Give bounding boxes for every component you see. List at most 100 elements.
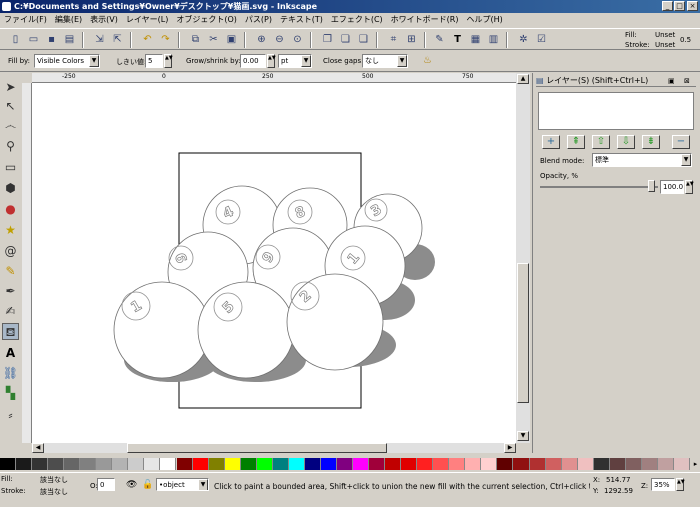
color-swatch[interactable]	[272, 458, 289, 470]
lock-icon[interactable]: 🔓	[142, 480, 153, 490]
grow-shrink-spinner[interactable]: ▲▼	[267, 54, 276, 68]
threshold-spinner[interactable]: ▲▼	[164, 54, 173, 68]
color-swatch[interactable]	[128, 458, 145, 470]
spiral-tool-icon[interactable]: @	[2, 243, 19, 260]
horizontal-scroll-thumb[interactable]	[127, 443, 387, 453]
connector-tool-icon[interactable]: ⛓	[2, 365, 19, 382]
cut-icon[interactable]: ✂	[206, 32, 221, 47]
rectangle-tool-icon[interactable]: ▭	[2, 159, 19, 176]
threshold-input[interactable]: 5	[145, 54, 163, 68]
calligraphy-tool-icon[interactable]: ✍	[2, 303, 19, 320]
menu-effects[interactable]: エフェクト(C)	[327, 13, 387, 27]
eye-visibility-icon[interactable]: 👁	[126, 480, 137, 490]
xml-editor-icon[interactable]: ▦	[468, 32, 483, 47]
lower-layer-bottom-icon[interactable]: ⇟	[642, 135, 660, 149]
color-swatch[interactable]	[80, 458, 97, 470]
color-swatch[interactable]	[176, 458, 193, 470]
horizontal-scrollbar[interactable]: ◀ ▶	[32, 443, 516, 453]
color-swatch[interactable]	[48, 458, 65, 470]
pen-tool-icon[interactable]: ✒	[2, 283, 19, 300]
drawing-canvas[interactable]: 4 8 3 6 9 1 1 5 2	[32, 83, 516, 443]
scroll-up-icon[interactable]: ▲	[517, 74, 529, 84]
panel-iconify-icon[interactable]: ▣	[668, 75, 675, 87]
text-tool-icon[interactable]: A	[2, 345, 19, 362]
color-swatch[interactable]	[625, 458, 642, 470]
status-opacity-input[interactable]: 0	[97, 478, 115, 491]
color-swatch[interactable]	[353, 458, 370, 470]
color-swatch[interactable]	[577, 458, 594, 470]
color-swatch[interactable]	[208, 458, 225, 470]
panel-close-icon[interactable]: ⊠	[684, 75, 690, 87]
color-swatch[interactable]	[465, 458, 482, 470]
zoom-drawing-icon[interactable]: ⊖	[272, 32, 287, 47]
open-icon[interactable]: ▭	[26, 32, 41, 47]
zoom-spinner[interactable]: ▲▼	[676, 478, 685, 491]
print-icon[interactable]: ▤	[62, 32, 77, 47]
fill-stroke-icon[interactable]: ✎	[432, 32, 447, 47]
color-swatch[interactable]	[657, 458, 674, 470]
duplicate-icon[interactable]: ❐	[320, 32, 335, 47]
menu-text[interactable]: テキスト(T)	[276, 13, 327, 27]
menu-whiteboard[interactable]: ホワイトボード(R)	[387, 13, 463, 27]
align-icon[interactable]: ▥	[486, 32, 501, 47]
color-swatch[interactable]	[497, 458, 514, 470]
minimize-button[interactable]: _	[662, 1, 673, 11]
fill-by-select[interactable]: Visible Colors ▼	[34, 54, 100, 68]
color-swatch[interactable]	[336, 458, 353, 470]
maximize-button[interactable]: □	[674, 1, 685, 11]
color-swatch[interactable]	[641, 458, 658, 470]
opacity-slider-handle[interactable]	[648, 180, 655, 192]
opacity-input[interactable]: 100.0	[660, 180, 684, 194]
text-font-icon[interactable]: T	[450, 32, 465, 47]
menu-view[interactable]: 表示(V)	[86, 13, 122, 27]
preferences-icon[interactable]: ✲	[516, 32, 531, 47]
color-swatch[interactable]	[160, 458, 177, 470]
group-icon[interactable]: ⌗	[386, 32, 401, 47]
menu-edit[interactable]: 編集(E)	[51, 13, 86, 27]
3d-box-tool-icon[interactable]: ⬢	[2, 180, 19, 197]
color-swatch[interactable]	[433, 458, 450, 470]
menu-file[interactable]: ファイル(F)	[0, 13, 51, 27]
menu-help[interactable]: ヘルプ(H)	[462, 13, 506, 27]
zoom-page-icon[interactable]: ⊙	[290, 32, 305, 47]
color-swatch[interactable]	[288, 458, 305, 470]
color-swatch[interactable]	[192, 458, 209, 470]
color-swatch[interactable]	[304, 458, 321, 470]
scroll-down-icon[interactable]: ▼	[517, 431, 529, 441]
gradient-tool-icon[interactable]: ▚	[2, 385, 19, 402]
redo-icon[interactable]: ↷	[158, 32, 173, 47]
zoom-tool-icon[interactable]: ⚲	[2, 138, 19, 155]
color-swatch[interactable]	[320, 458, 337, 470]
color-swatch[interactable]	[545, 458, 562, 470]
color-swatch[interactable]	[673, 458, 690, 470]
color-swatch[interactable]	[32, 458, 49, 470]
color-swatch[interactable]	[96, 458, 113, 470]
current-layer-select[interactable]: •object ▼	[156, 478, 209, 491]
opacity-spinner[interactable]: ▲▼	[685, 180, 694, 194]
scroll-right-icon[interactable]: ▶	[504, 443, 516, 453]
reset-defaults-icon[interactable]: ♨	[420, 53, 435, 68]
save-icon[interactable]: ▪	[44, 32, 59, 47]
layer-list[interactable]	[538, 92, 694, 130]
menu-object[interactable]: オブジェクト(O)	[172, 13, 241, 27]
color-swatch[interactable]	[369, 458, 386, 470]
ungroup-icon[interactable]: ⊞	[404, 32, 419, 47]
color-swatch[interactable]	[513, 458, 530, 470]
copy-icon[interactable]: ⧉	[188, 32, 203, 47]
color-swatch[interactable]	[561, 458, 578, 470]
color-swatch[interactable]	[144, 458, 161, 470]
star-tool-icon[interactable]: ★	[2, 222, 19, 239]
color-swatch[interactable]	[449, 458, 466, 470]
color-swatch[interactable]	[240, 458, 257, 470]
dropper-tool-icon[interactable]: ⸗	[2, 407, 19, 424]
clone-icon[interactable]: ❏	[338, 32, 353, 47]
color-swatch[interactable]	[593, 458, 610, 470]
menu-path[interactable]: パス(P)	[241, 13, 276, 27]
color-swatch[interactable]	[401, 458, 418, 470]
color-swatch[interactable]	[609, 458, 626, 470]
ellipse-tool-icon[interactable]: ●	[2, 201, 19, 218]
remove-layer-icon[interactable]: −	[672, 135, 690, 149]
color-swatch[interactable]	[529, 458, 546, 470]
new-document-icon[interactable]: ▯	[8, 32, 23, 47]
close-gaps-select[interactable]: なし ▼	[362, 54, 408, 68]
